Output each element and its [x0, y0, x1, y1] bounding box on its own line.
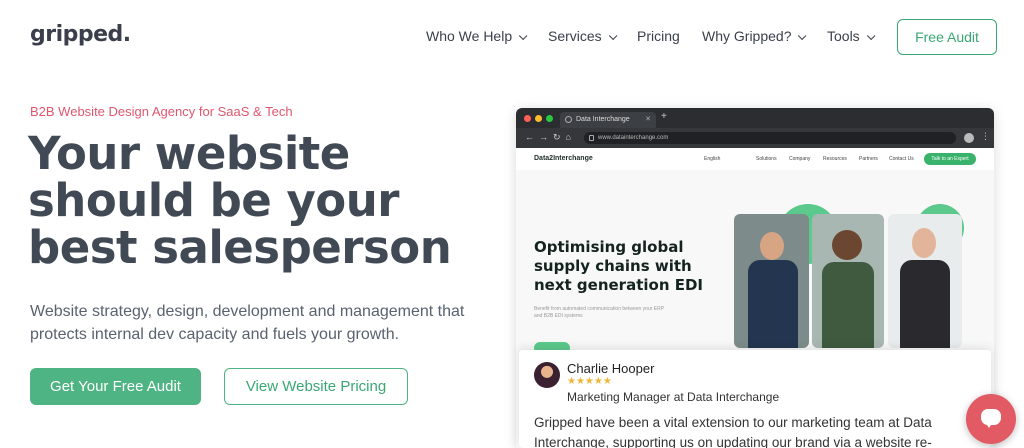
close-icon: ✕: [645, 116, 651, 123]
photo-worker-1: [734, 214, 809, 348]
rating-stars-icon: ★★★★★: [567, 376, 612, 387]
free-audit-button[interactable]: Free Audit: [897, 19, 997, 55]
headline-line-2: should be your: [28, 174, 399, 227]
view-pricing-button[interactable]: View Website Pricing: [224, 368, 408, 405]
chevron-down-icon: [798, 31, 807, 41]
photo-worker-2: [812, 214, 884, 348]
testimonial-role: Marketing Manager at Data Interchange: [567, 390, 780, 404]
person-head: [760, 232, 784, 260]
testimonial-card: Charlie Hooper ★★★★★ Marketing Manager a…: [519, 350, 991, 448]
mockup-nav-resources: Resources: [823, 156, 847, 162]
avatar: [534, 362, 560, 388]
chevron-down-icon: [518, 31, 528, 41]
headline-line-3: best salesperson: [28, 221, 452, 274]
hero-subtext: Website strategy, design, development an…: [30, 303, 465, 343]
mockup-site-header: Data2Interchange English Solutions Compa…: [516, 148, 994, 170]
mockup-site-logo: Data2Interchange: [534, 155, 593, 162]
browser-tab-bar: Data Interchange ✕ +: [516, 108, 994, 128]
photo-worker-3: [888, 214, 962, 348]
person-body: [748, 260, 798, 348]
person-head: [912, 228, 936, 258]
extension-icon: [964, 133, 974, 143]
address-url: www.datainterchange.com: [598, 135, 669, 141]
mockup-hero-sub: Benefit from automated communication bet…: [534, 306, 664, 319]
mockup-nav-contact: Contact Us: [889, 156, 914, 162]
testimonial-name: Charlie Hooper: [567, 361, 655, 376]
hero-eyebrow: B2B Website Design Agency for SaaS & Tec…: [30, 104, 293, 119]
chat-icon: [981, 409, 1001, 428]
close-dot-icon: [524, 115, 531, 122]
browser-address-row: ←→↻⌂ www.datainterchange.com ⋮: [516, 128, 994, 148]
person-body: [900, 260, 950, 348]
person-body: [822, 262, 874, 348]
top-nav: gripped. Who We Help Services Pricing Wh…: [0, 0, 1024, 72]
mockup-site-cta: Talk to an Expert: [924, 153, 976, 165]
nav-services-label: Services: [548, 28, 602, 44]
browser-tab: Data Interchange ✕: [560, 112, 656, 128]
nav-services[interactable]: Services: [548, 28, 618, 44]
more-menu-icon: ⋮: [981, 131, 990, 141]
mockup-hero-title: Optimising global supply chains with nex…: [534, 238, 703, 294]
mockup-nav-partners: Partners: [859, 156, 878, 162]
testimonial-quote: Gripped have been a vital extension to o…: [534, 415, 932, 448]
browser-nav-icons: ←→↻⌂: [525, 132, 576, 142]
nav-why-gripped[interactable]: Why Gripped?: [702, 28, 807, 44]
nav-why-gripped-label: Why Gripped?: [702, 28, 792, 44]
mockup-nav-solutions: Solutions: [756, 156, 777, 162]
globe-icon: [565, 116, 572, 123]
nav-pricing-label: Pricing: [637, 28, 680, 44]
lock-icon: [589, 135, 594, 141]
minimize-dot-icon: [535, 115, 542, 122]
maximize-dot-icon: [546, 115, 553, 122]
nav-pricing[interactable]: Pricing: [637, 28, 680, 44]
nav-tools-label: Tools: [827, 28, 860, 44]
get-free-audit-button[interactable]: Get Your Free Audit: [30, 368, 201, 405]
nav-tools[interactable]: Tools: [827, 28, 876, 44]
hero-headline: Your website should be your best salespe…: [28, 130, 508, 271]
person-head: [832, 230, 862, 260]
chat-button[interactable]: [966, 394, 1016, 444]
logo[interactable]: gripped.: [30, 22, 131, 47]
chevron-down-icon: [608, 31, 618, 41]
browser-tab-title: Data Interchange: [576, 116, 630, 123]
chevron-down-icon: [866, 31, 876, 41]
nav-who-we-help-label: Who We Help: [426, 28, 513, 44]
new-tab-icon: +: [661, 111, 667, 122]
address-bar: www.datainterchange.com: [584, 132, 956, 144]
mockup-lang: English: [704, 156, 721, 162]
mockup-nav-company: Company: [789, 156, 811, 162]
nav-who-we-help[interactable]: Who We Help: [426, 28, 528, 44]
headline-line-1: Your website: [28, 127, 350, 180]
